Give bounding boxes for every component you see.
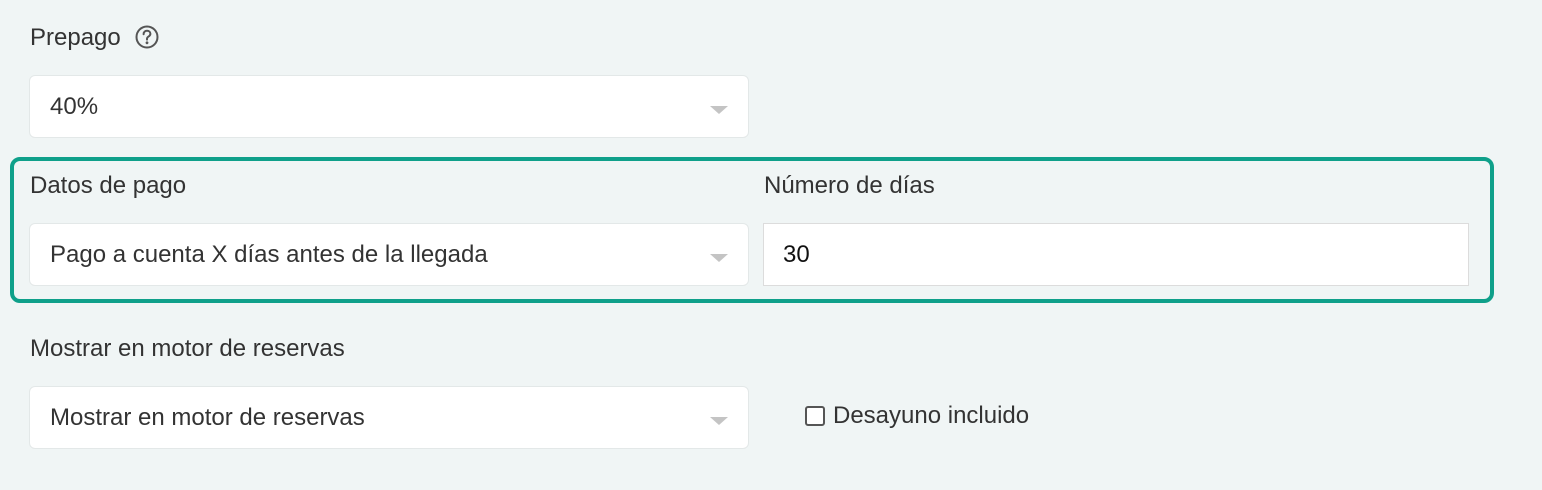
desayuno-label: Desayuno incluido [833, 402, 1030, 429]
desayuno-checkbox[interactable] [805, 406, 825, 426]
datos-pago-select[interactable]: Pago a cuenta X días antes de la llegada [29, 223, 749, 286]
motor-reservas-select-value: Mostrar en motor de reservas [50, 403, 365, 431]
prepago-label: Prepago [30, 24, 121, 51]
datos-pago-select-value: Pago a cuenta X días antes de la llegada [50, 240, 488, 268]
prepago-select-value: 40% [50, 92, 99, 120]
desayuno-checkbox-row[interactable]: Desayuno incluido [805, 401, 1029, 431]
numero-dias-input[interactable] [763, 223, 1469, 286]
motor-reservas-label: Mostrar en motor de reservas [30, 335, 345, 362]
prepago-select[interactable]: 40% [29, 75, 749, 138]
motor-reservas-select[interactable]: Mostrar en motor de reservas [29, 386, 749, 449]
chevron-down-icon [710, 105, 728, 114]
chevron-down-icon [710, 253, 728, 262]
help-icon[interactable] [134, 24, 160, 50]
chevron-down-icon [710, 416, 728, 425]
numero-dias-label: Número de días [764, 172, 935, 199]
datos-pago-label: Datos de pago [30, 172, 187, 199]
